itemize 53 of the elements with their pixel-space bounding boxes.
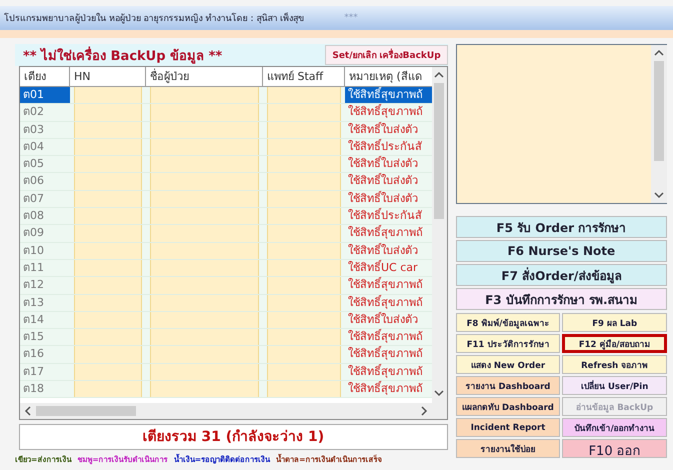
window-title: โปรแกรมพยาบาลผู้ป่วยใน หอผู้ป่วย อายุรกรรมหญิง ทำงานโดย : สุนิสา เพ็งสุข [4, 12, 304, 25]
function-button[interactable]: F6 Nurse's Note [456, 240, 667, 262]
backup-setting-button[interactable]: Set/ยกเลิก เครื่องBackUp [325, 45, 448, 65]
memo-field[interactable] [456, 44, 667, 204]
table-cell-text: ต02 [22, 104, 45, 120]
horizontal-scrollbar[interactable] [20, 403, 432, 419]
scroll-thumb[interactable] [36, 406, 136, 416]
table-cell: ต01 [20, 87, 70, 104]
function-button[interactable]: Incident Report [456, 418, 560, 437]
scroll-left-icon[interactable] [24, 406, 32, 416]
scroll-thumb[interactable] [654, 61, 664, 161]
function-button[interactable]: รายงานใช้บ่อย [456, 439, 560, 458]
table-cell-text: ต12 [22, 277, 45, 294]
scroll-thumb[interactable] [434, 83, 444, 219]
table-cell-text: ต10 [22, 242, 45, 259]
scroll-up-icon[interactable] [434, 71, 444, 79]
table-cell-text: ต04 [22, 138, 45, 155]
table-cell-text: ต15 [22, 329, 45, 346]
table-cell-text: ต14 [22, 312, 45, 328]
table-cell-text: ต16 [22, 346, 45, 362]
function-button[interactable]: แสดง New Order [456, 355, 560, 374]
function-button[interactable]: เปลี่ยน User/Pin [562, 376, 667, 395]
function-button[interactable]: บันทึกเข้า/ออกทำงาน [562, 418, 667, 437]
function-button[interactable]: F10 ออก [562, 439, 667, 458]
table-cell-text: ต08 [22, 208, 45, 224]
table-cell-text: ต07 [22, 190, 45, 207]
table-cell-text: ต09 [22, 225, 45, 242]
table-cell-text: ต18 [22, 381, 45, 398]
function-button[interactable]: F12 คู่มือ/สอบถาม [562, 334, 667, 353]
function-button[interactable]: F9 ผล Lab [562, 313, 667, 332]
function-button[interactable]: F5 รับ Order การรักษา [456, 216, 667, 238]
scroll-up-icon[interactable] [654, 49, 664, 57]
table-cell-text: ต13 [22, 294, 45, 311]
table-cell-text: ต03 [22, 122, 45, 138]
function-button[interactable]: F7 สั่งOrder/ส่งข้อมูล [456, 264, 667, 286]
function-button[interactable]: F11 ประวัติการรักษา [456, 334, 560, 353]
table-cell-text: ต11 [22, 260, 45, 276]
table-cell-text: ต06 [22, 173, 45, 190]
table-cell-text: ต05 [22, 156, 45, 172]
function-button[interactable]: แผลกดทับ Dashboard [456, 397, 560, 416]
bed-total: เตียงรวม 31 (กำลังจะว่าง 1) [19, 424, 448, 450]
function-button[interactable]: F3 บันทึกการรักษา รพ.สนาม [456, 288, 667, 310]
vertical-scrollbar[interactable] [651, 45, 667, 203]
function-button[interactable]: F8 พิมพ์/ข้อมูลเฉพาะ [456, 313, 560, 332]
scroll-down-icon[interactable] [434, 389, 444, 397]
table-cell-text: ต17 [22, 364, 45, 380]
scroll-right-icon[interactable] [420, 406, 428, 416]
function-button[interactable]: รายงาน Dashboard [456, 376, 560, 395]
vertical-scrollbar[interactable] [432, 67, 447, 419]
scroll-down-icon[interactable] [654, 191, 664, 199]
title-dots: *** [344, 13, 358, 23]
function-button[interactable]: Refresh จอภาพ [562, 355, 667, 374]
banner-text: ** ไม่ใช่เครื่อง BackUp ข้อมูล ** [23, 46, 222, 66]
